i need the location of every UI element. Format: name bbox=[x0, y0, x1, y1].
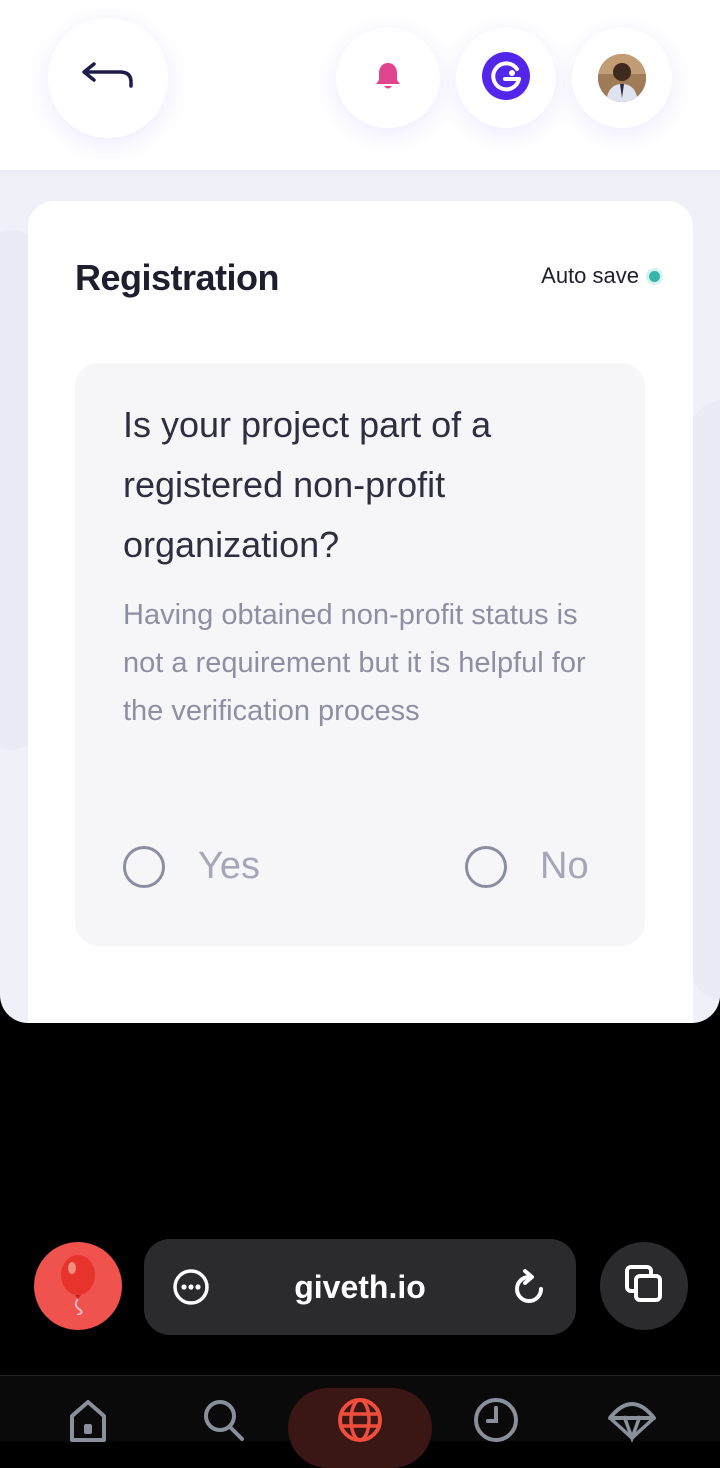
bell-icon bbox=[373, 60, 403, 96]
nav-search[interactable] bbox=[194, 1394, 254, 1454]
wallet-logo-icon bbox=[481, 51, 531, 105]
registration-card: Registration Auto save Is your project p… bbox=[28, 201, 693, 1023]
radio-option-no[interactable]: No bbox=[465, 845, 589, 888]
parachute-icon bbox=[606, 1394, 658, 1454]
radio-label-no: No bbox=[540, 845, 589, 887]
back-arrow-icon bbox=[80, 60, 136, 96]
reload-icon[interactable] bbox=[510, 1267, 548, 1307]
radio-button-no[interactable] bbox=[465, 845, 507, 888]
question-text: Is your project part of a registered non… bbox=[123, 404, 492, 565]
card-title: Registration bbox=[75, 257, 280, 298]
tabs-button[interactable] bbox=[600, 1242, 688, 1330]
nav-globe[interactable] bbox=[330, 1394, 390, 1454]
page-viewport: Registration Auto save Is your project p… bbox=[0, 0, 720, 1023]
profile-button[interactable] bbox=[572, 28, 672, 128]
address-bar[interactable]: giveth.io bbox=[144, 1239, 576, 1335]
notifications-button[interactable] bbox=[336, 28, 440, 128]
history-icon bbox=[472, 1394, 520, 1454]
home-icon bbox=[64, 1394, 112, 1454]
balloon-button[interactable] bbox=[34, 1242, 122, 1330]
question-hint: Having obtained non-profit status is not… bbox=[123, 599, 586, 727]
nonprofit-question: Is your project part of a registered non… bbox=[75, 363, 645, 946]
balloon-icon bbox=[55, 1253, 101, 1319]
nav-history[interactable] bbox=[466, 1394, 526, 1454]
search-icon bbox=[200, 1394, 248, 1454]
autosave-label: Auto save bbox=[541, 263, 639, 288]
back-button[interactable] bbox=[48, 18, 168, 138]
site-header bbox=[0, 0, 720, 170]
browser-bottom-nav bbox=[0, 1375, 720, 1468]
radio-option-yes[interactable]: Yes bbox=[123, 845, 260, 888]
wallet-button[interactable] bbox=[456, 28, 556, 128]
avatar bbox=[598, 54, 646, 102]
nav-parachute[interactable] bbox=[602, 1394, 662, 1454]
globe-icon bbox=[336, 1394, 384, 1454]
autosave-status-dot bbox=[649, 270, 660, 282]
radio-label-yes: Yes bbox=[198, 845, 260, 887]
radio-button-yes[interactable] bbox=[123, 845, 165, 888]
nav-home[interactable] bbox=[58, 1394, 118, 1454]
tabs-icon bbox=[624, 1264, 664, 1308]
autosave-indicator: Auto save bbox=[541, 263, 660, 289]
